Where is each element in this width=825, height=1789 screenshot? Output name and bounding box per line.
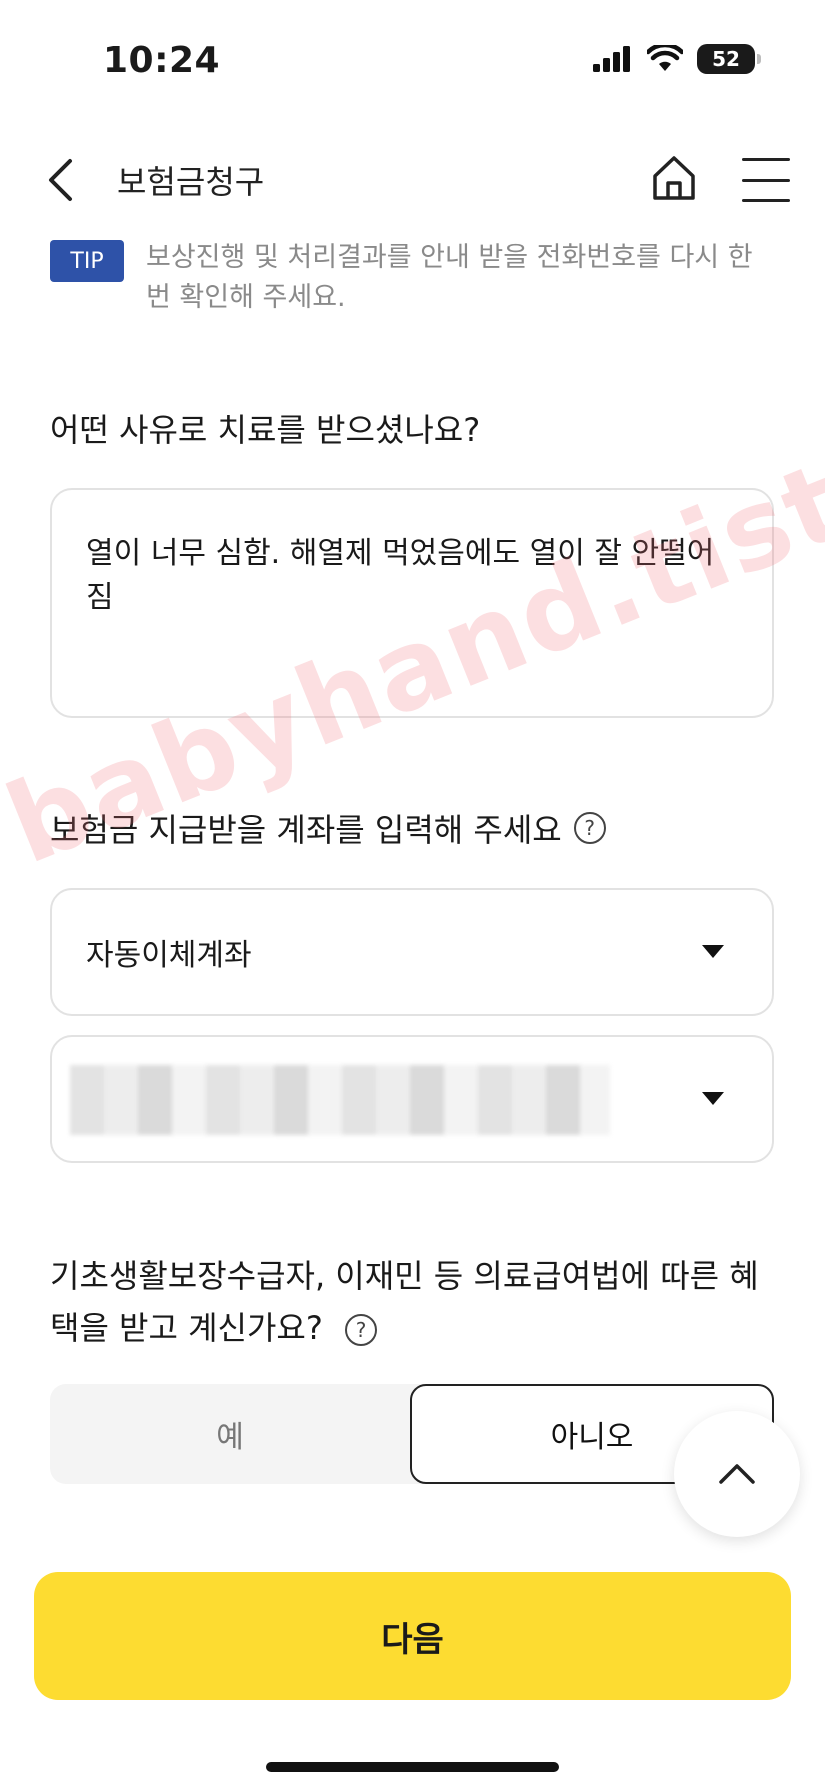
battery-icon: 52 xyxy=(697,44,761,74)
home-indicator xyxy=(266,1762,559,1772)
menu-icon-line xyxy=(742,199,790,202)
reason-question-label: 어떤 사유로 치료를 받으셨나요? xyxy=(50,411,481,449)
page-title: 보험금청구 xyxy=(117,163,265,201)
dropdown-arrow-icon xyxy=(702,945,724,958)
account-question: 보험금 지급받을 계좌를 입력해 주세요 ? xyxy=(50,805,606,851)
home-icon xyxy=(653,156,695,200)
status-time: 10:24 xyxy=(103,40,221,81)
chevron-up-icon xyxy=(719,1464,755,1484)
scroll-to-top-button[interactable] xyxy=(674,1411,800,1537)
cellular-signal-icon xyxy=(593,46,630,72)
back-button[interactable] xyxy=(38,152,82,208)
home-button[interactable] xyxy=(648,152,700,204)
wifi-icon xyxy=(647,45,683,71)
help-icon[interactable]: ? xyxy=(345,1314,378,1346)
reason-question: 어떤 사유로 치료를 받으셨나요? xyxy=(50,405,480,451)
benefit-yes-option[interactable]: 예 xyxy=(50,1384,410,1484)
benefit-question-label: 기초생활보장수급자, 이재민 등 의료급여법에 따른 혜택을 받고 계신가요? xyxy=(50,1257,759,1347)
account-number-select[interactable] xyxy=(50,1035,774,1163)
account-type-value: 자동이체계좌 xyxy=(86,938,252,973)
status-bar: 10:24 52 xyxy=(0,0,825,120)
status-icons: 52 xyxy=(593,44,761,74)
account-type-select[interactable]: 자동이체계좌 xyxy=(50,888,774,1016)
benefit-toggle: 예 아니오 xyxy=(50,1384,774,1484)
reason-textarea[interactable]: 열이 너무 심함. 해열제 먹었음에도 열이 잘 안떨어짐 xyxy=(50,488,774,718)
menu-icon-line xyxy=(742,178,790,182)
chevron-left-icon xyxy=(49,159,72,201)
blurred-account-number xyxy=(70,1065,610,1135)
help-icon[interactable]: ? xyxy=(573,812,606,844)
account-question-label: 보험금 지급받을 계좌를 입력해 주세요 xyxy=(50,811,562,849)
tip-notice: TIP 보상진행 및 처리결과를 안내 받을 전화번호를 다시 한 번 확인해 … xyxy=(50,238,780,318)
tip-badge: TIP xyxy=(50,240,124,282)
benefit-question: 기초생활보장수급자, 이재민 등 의료급여법에 따른 혜택을 받고 계신가요? … xyxy=(50,1250,774,1354)
dropdown-arrow-icon xyxy=(702,1092,724,1105)
menu-button[interactable] xyxy=(742,158,790,202)
next-button[interactable]: 다음 xyxy=(34,1572,791,1700)
menu-icon-line xyxy=(742,158,790,161)
app-header: 보험금청구 xyxy=(0,130,825,230)
tip-text: 보상진행 및 처리결과를 안내 받을 전화번호를 다시 한 번 확인해 주세요. xyxy=(146,242,753,313)
